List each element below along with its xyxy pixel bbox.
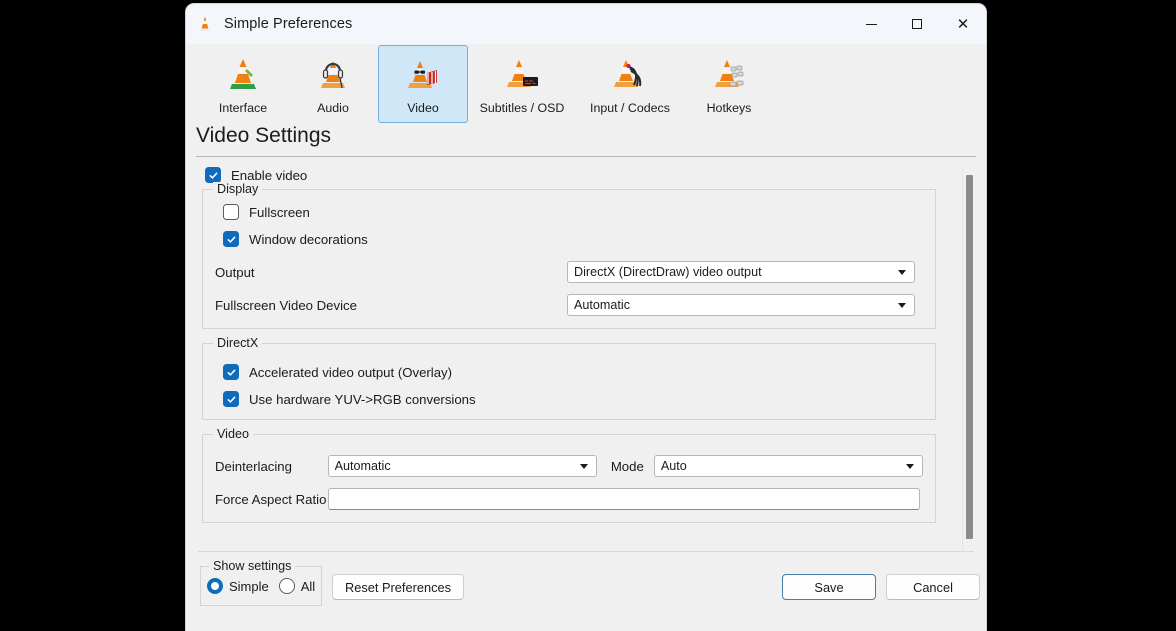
window-controls: ✕ <box>848 4 986 44</box>
output-row: Output DirectX (DirectDraw) video output <box>215 261 923 283</box>
title-bar: Simple Preferences ✕ <box>186 4 986 44</box>
minimize-icon <box>865 23 877 25</box>
window-decorations-checkbox[interactable] <box>223 231 239 247</box>
save-button[interactable]: Save <box>782 574 876 600</box>
fullscreen-video-device-label: Fullscreen Video Device <box>215 297 357 313</box>
mode-combobox[interactable]: Auto <box>653 455 923 477</box>
show-settings-all-label: All <box>300 578 316 594</box>
vlc-cone-icon <box>199 16 211 31</box>
fullscreen-checkbox[interactable] <box>223 204 239 220</box>
enable-video-label: Enable video <box>231 167 308 183</box>
deinterlacing-combobox[interactable]: Automatic <box>327 455 597 477</box>
display-group: Display Fullscreen Window decorations Ou… <box>202 182 936 329</box>
check-icon <box>227 369 235 376</box>
accelerated-video-output-row[interactable]: Accelerated video output (Overlay) <box>223 364 923 380</box>
force-aspect-ratio-row: Force Aspect Ratio <box>215 488 923 510</box>
show-settings-simple-radio[interactable] <box>207 578 223 594</box>
reset-preferences-button[interactable]: Reset Preferences <box>332 574 464 600</box>
scrollbar-thumb[interactable] <box>966 175 973 539</box>
yuv-rgb-conversions-checkbox[interactable] <box>223 391 239 407</box>
chevron-down-icon <box>579 463 588 469</box>
output-label: Output <box>215 264 255 280</box>
minimize-button[interactable] <box>848 4 894 44</box>
page-title: Video Settings <box>196 124 332 147</box>
preferences-window: Simple Preferences ✕ Interface Audio Vid… <box>186 4 986 631</box>
close-button[interactable]: ✕ <box>940 4 986 44</box>
tab-audio[interactable]: Audio <box>288 45 378 123</box>
tab-input-codecs[interactable]: Input / Codecs <box>576 45 684 123</box>
deinterlacing-value: Automatic <box>334 459 391 473</box>
check-icon <box>209 172 217 179</box>
display-group-legend: Display <box>213 182 263 196</box>
tab-video[interactable]: Video <box>378 45 468 123</box>
fullscreen-video-device-combobox[interactable]: Automatic <box>567 294 915 316</box>
preferences-tab-strip: Interface Audio Video Subtitles / OSD In… <box>186 44 986 128</box>
tab-input-codecs-label: Input / Codecs <box>590 101 670 115</box>
vlc-audio-icon <box>313 52 353 98</box>
tab-interface-label: Interface <box>218 101 268 115</box>
deinterlacing-row: Deinterlacing Automatic Mode Auto <box>215 455 923 477</box>
check-icon <box>227 236 235 243</box>
tab-audio-label: Audio <box>317 101 349 115</box>
chevron-down-icon <box>898 302 906 308</box>
tab-video-label: Video <box>407 101 439 115</box>
maximize-icon <box>912 19 922 29</box>
show-settings-all-radio[interactable] <box>278 578 295 594</box>
tab-hotkeys[interactable]: Hotkeys <box>684 45 774 123</box>
show-settings-group: Show settings Simple All <box>200 559 322 606</box>
yuv-rgb-conversions-row[interactable]: Use hardware YUV->RGB conversions <box>223 391 923 407</box>
fullscreen-row[interactable]: Fullscreen <box>223 204 923 220</box>
dialog-bottom-bar: Show settings Simple All Reset Preferenc… <box>186 552 986 618</box>
tab-hotkeys-label: Hotkeys <box>706 101 752 115</box>
tab-subtitles-osd[interactable]: Subtitles / OSD <box>468 45 576 123</box>
chevron-down-icon <box>898 269 906 275</box>
video-group: Video Deinterlacing Automatic Mode Auto … <box>202 427 936 523</box>
window-decorations-label: Window decorations <box>249 231 368 247</box>
fullscreen-video-device-row: Fullscreen Video Device Automatic <box>215 294 923 316</box>
enable-video-checkbox[interactable] <box>205 167 221 183</box>
directx-group-legend: DirectX <box>213 336 263 350</box>
output-combobox[interactable]: DirectX (DirectDraw) video output <box>567 261 915 283</box>
vertical-scrollbar[interactable] <box>962 167 974 551</box>
window-title: Simple Preferences <box>224 16 353 32</box>
deinterlacing-label: Deinterlacing <box>215 458 292 474</box>
vlc-video-icon <box>403 52 443 98</box>
fullscreen-video-device-value: Automatic <box>574 298 630 312</box>
fullscreen-label: Fullscreen <box>249 204 310 220</box>
tab-interface[interactable]: Interface <box>198 45 288 123</box>
maximize-button[interactable] <box>894 4 940 44</box>
show-settings-simple-label: Simple <box>229 578 269 594</box>
vlc-hotkeys-icon <box>709 52 749 98</box>
mode-value: Auto <box>660 459 687 473</box>
window-decorations-row[interactable]: Window decorations <box>223 231 923 247</box>
cancel-button[interactable]: Cancel <box>886 574 980 600</box>
directx-group: DirectX Accelerated video output (Overla… <box>202 336 936 420</box>
tab-subtitles-osd-label: Subtitles / OSD <box>479 101 565 115</box>
heading-divider <box>196 156 976 157</box>
settings-content: Enable video Display Fullscreen Window d… <box>202 167 954 537</box>
yuv-rgb-conversions-label: Use hardware YUV->RGB conversions <box>249 391 476 407</box>
check-icon <box>227 396 235 403</box>
accelerated-video-output-label: Accelerated video output (Overlay) <box>249 364 453 380</box>
mode-label: Mode <box>610 458 644 474</box>
show-settings-legend: Show settings <box>209 559 296 573</box>
settings-scroll-area: Enable video Display Fullscreen Window d… <box>186 167 986 551</box>
video-group-legend: Video <box>213 427 253 441</box>
vlc-input-codecs-icon <box>610 52 650 98</box>
vlc-subtitles-icon <box>502 52 542 98</box>
vlc-interface-icon <box>223 52 263 98</box>
close-icon: ✕ <box>956 14 970 33</box>
accelerated-video-output-checkbox[interactable] <box>223 364 239 380</box>
force-aspect-ratio-label: Force Aspect Ratio <box>215 491 327 507</box>
chevron-down-icon <box>905 463 914 469</box>
force-aspect-ratio-input[interactable] <box>328 488 920 510</box>
output-value: DirectX (DirectDraw) video output <box>574 265 762 279</box>
enable-video-row[interactable]: Enable video <box>205 167 954 183</box>
